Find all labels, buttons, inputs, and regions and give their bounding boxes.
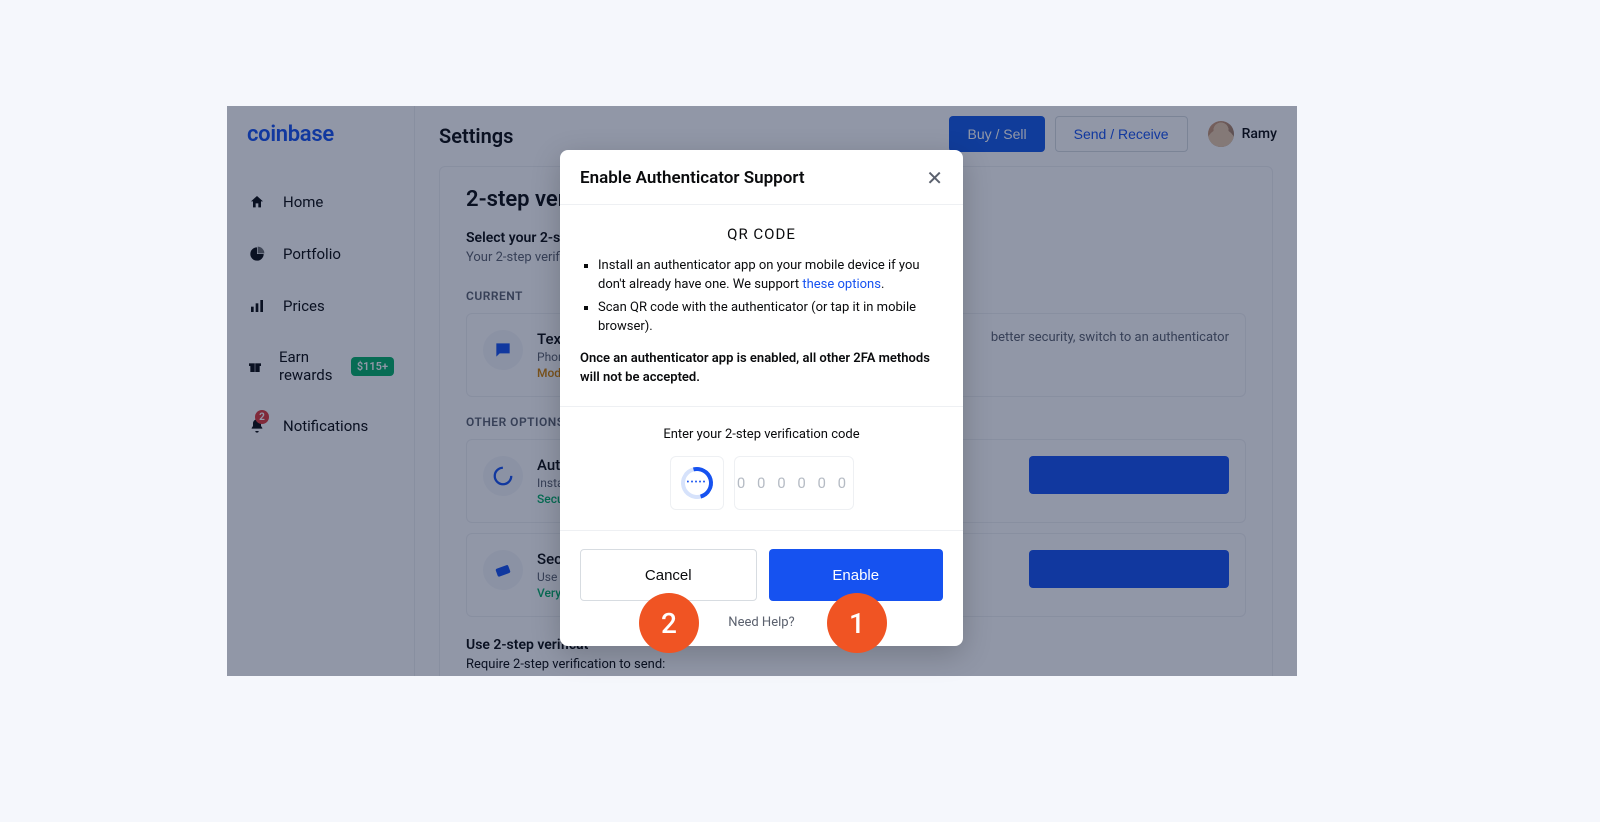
verification-code-input[interactable] bbox=[734, 456, 854, 510]
callout-badge-1: 1 bbox=[827, 593, 887, 653]
totp-spinner: ••••• bbox=[670, 456, 724, 510]
options-link[interactable]: these options bbox=[802, 277, 881, 292]
warning-text: Once an authenticator app is enabled, al… bbox=[580, 350, 943, 388]
modal-title: Enable Authenticator Support bbox=[580, 168, 805, 188]
need-help-link[interactable]: Need Help? bbox=[560, 615, 963, 646]
enable-authenticator-modal: Enable Authenticator Support ✕ QR CODE I… bbox=[560, 150, 963, 646]
callout-badge-2: 2 bbox=[639, 593, 699, 653]
instruction-item: Scan QR code with the authenticator (or … bbox=[598, 299, 943, 337]
close-icon[interactable]: ✕ bbox=[926, 168, 943, 188]
instruction-list: Install an authenticator app on your mob… bbox=[580, 257, 943, 336]
instruction-item: Install an authenticator app on your mob… bbox=[598, 257, 943, 295]
qr-code-heading: QR CODE bbox=[580, 225, 943, 243]
enter-code-label: Enter your 2-step verification code bbox=[580, 427, 943, 442]
